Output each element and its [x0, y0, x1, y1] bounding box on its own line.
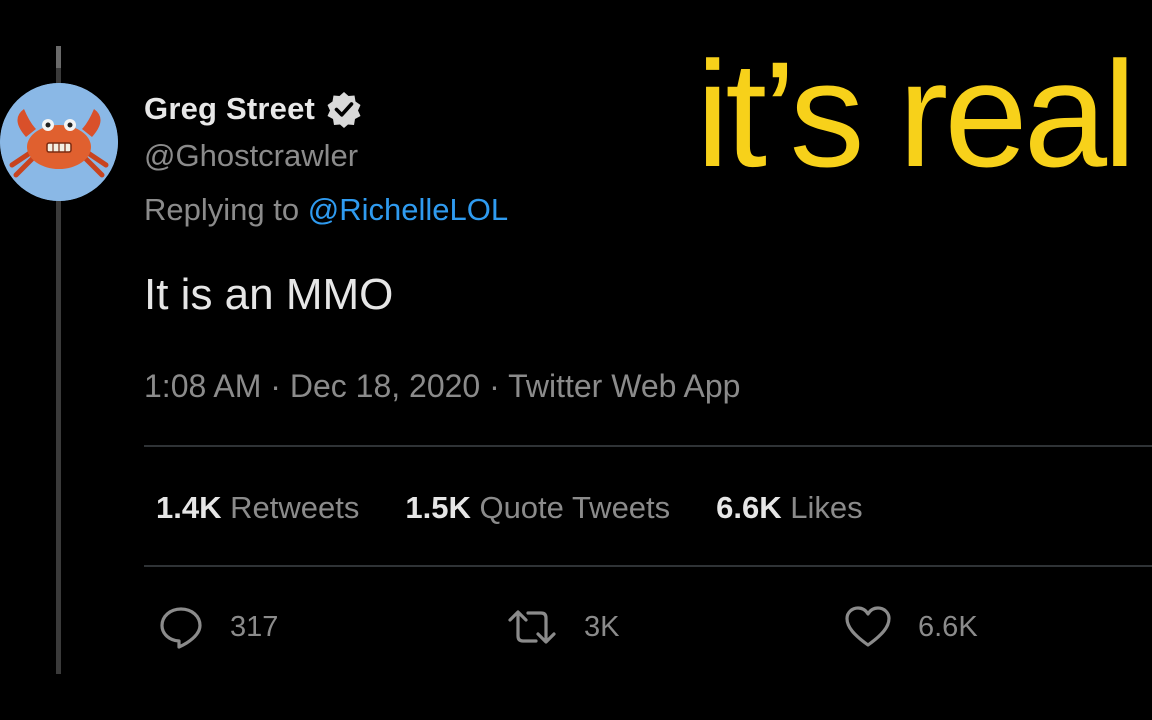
reply-count: 317 — [230, 610, 279, 643]
retweet-count: 3K — [584, 610, 620, 643]
like-icon — [844, 604, 892, 650]
tweet-source-link[interactable]: Twitter Web App — [508, 368, 740, 404]
reply-icon — [158, 604, 204, 650]
retweet-button[interactable]: 3K — [506, 604, 619, 650]
replying-to-line: Replying to @RichelleLOL — [144, 192, 508, 228]
like-count: 6.6K — [918, 610, 978, 643]
quote-tweets-stat[interactable]: 1.5K Quote Tweets — [405, 490, 670, 526]
thread-line-top — [56, 46, 61, 68]
retweets-count: 1.4K — [156, 490, 222, 525]
quote-tweets-count: 1.5K — [405, 490, 471, 525]
retweets-stat[interactable]: 1.4K Retweets — [156, 490, 359, 526]
replying-to-prefix: Replying to — [144, 192, 300, 227]
meta-separator: · — [270, 368, 281, 404]
author-display-name[interactable]: Greg Street — [144, 91, 315, 127]
likes-label: Likes — [790, 490, 863, 525]
overlay-caption: it’s real — [696, 30, 1136, 198]
retweet-icon — [506, 604, 558, 650]
likes-count: 6.6K — [716, 490, 782, 525]
tweet-time-link[interactable]: 1:08 AM — [144, 368, 261, 404]
retweets-label: Retweets — [230, 490, 360, 525]
avatar[interactable] — [0, 83, 118, 201]
meta-separator: · — [489, 368, 500, 404]
tweet-text: It is an MMO — [144, 270, 394, 319]
crab-avatar-image — [0, 83, 118, 201]
quote-tweets-label: Quote Tweets — [479, 490, 671, 525]
stats-row: 1.4K Retweets 1.5K Quote Tweets 6.6K Lik… — [156, 490, 863, 526]
likes-stat[interactable]: 6.6K Likes — [716, 490, 862, 526]
author-name-row: Greg Street — [144, 90, 363, 128]
reply-button[interactable]: 317 — [158, 604, 278, 650]
tweet-date-link[interactable]: Dec 18, 2020 — [290, 368, 480, 404]
divider-bottom — [144, 565, 1152, 567]
replying-to-mention-link[interactable]: @RichelleLOL — [308, 192, 508, 227]
like-button[interactable]: 6.6K — [844, 604, 978, 650]
divider-top — [144, 445, 1152, 447]
author-handle[interactable]: @Ghostcrawler — [144, 138, 358, 174]
verified-badge-icon — [325, 90, 363, 128]
tweet-meta: 1:08 AM · Dec 18, 2020 · Twitter Web App — [144, 368, 740, 405]
